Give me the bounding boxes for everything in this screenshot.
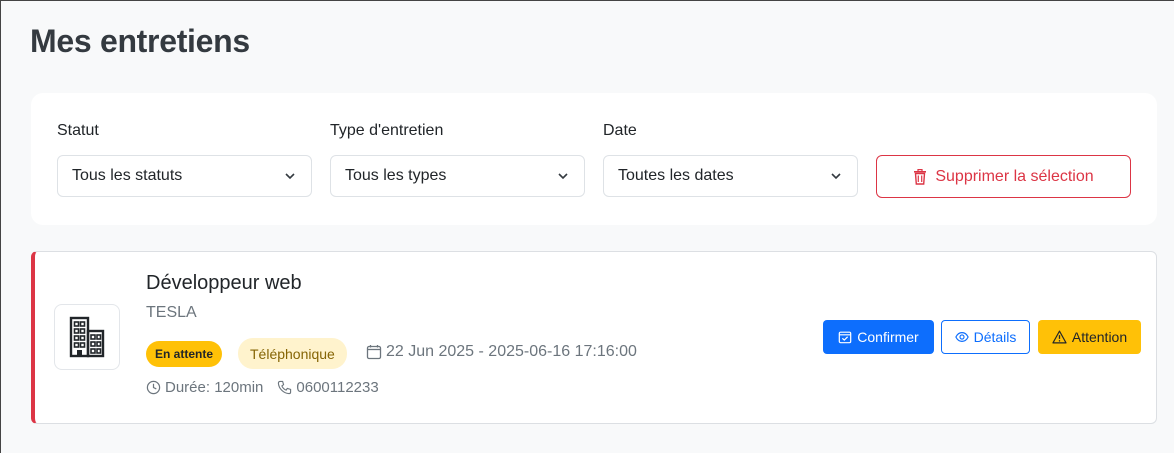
confirm-label: Confirmer — [857, 329, 919, 345]
job-title: Développeur web — [146, 272, 302, 294]
attention-label: Attention — [1071, 329, 1128, 345]
delete-selection-button[interactable]: Supprimer la sélection — [876, 155, 1131, 198]
calendar-check-icon — [838, 330, 852, 344]
date-filter-value: Toutes les dates — [618, 167, 734, 184]
confirm-button[interactable]: Confirmer — [823, 320, 934, 354]
date-filter-label: Date — [603, 122, 637, 139]
chevron-down-icon — [556, 169, 570, 183]
interview-type-badge: Téléphonique — [238, 338, 347, 369]
chevron-down-icon — [829, 169, 843, 183]
clock-icon — [146, 380, 161, 395]
warning-icon — [1052, 330, 1067, 344]
interview-card: Développeur web TESLA En attente Télépho… — [31, 251, 1157, 424]
type-filter-select[interactable]: Tous les types — [330, 155, 585, 197]
trash-icon — [913, 168, 927, 185]
status-badge: En attente — [146, 341, 223, 367]
details-label: Détails — [973, 329, 1017, 345]
type-filter-value: Tous les types — [345, 167, 447, 184]
interview-meta: Durée: 120min 0600112233 — [146, 379, 379, 396]
date-filter-select[interactable]: Toutes les dates — [603, 155, 858, 197]
attention-button[interactable]: Attention — [1038, 320, 1141, 354]
delete-selection-label: Supprimer la sélection — [935, 167, 1094, 185]
filter-card: Statut Tous les statuts Type d'entretien… — [31, 93, 1157, 225]
status-filter-value: Tous les statuts — [72, 167, 183, 184]
page-title: Mes entretiens — [30, 23, 250, 59]
type-filter-label: Type d'entretien — [330, 122, 444, 139]
status-filter-select[interactable]: Tous les statuts — [57, 155, 312, 197]
duration-text: Durée: 120min — [165, 379, 264, 396]
eye-icon — [954, 331, 969, 343]
status-filter-label: Statut — [57, 122, 99, 139]
phone-icon — [277, 380, 292, 395]
phone-text: 0600112233 — [296, 379, 379, 396]
interview-date: 22 Jun 2025 - 2025-06-16 17:16:00 — [366, 343, 637, 361]
calendar-icon — [366, 344, 382, 360]
company-name: TESLA — [146, 304, 197, 321]
chevron-down-icon — [283, 169, 297, 183]
company-logo — [54, 304, 120, 370]
details-button[interactable]: Détails — [941, 320, 1030, 354]
building-icon — [69, 316, 105, 358]
interview-date-text: 22 Jun 2025 - 2025-06-16 17:16:00 — [386, 343, 637, 360]
